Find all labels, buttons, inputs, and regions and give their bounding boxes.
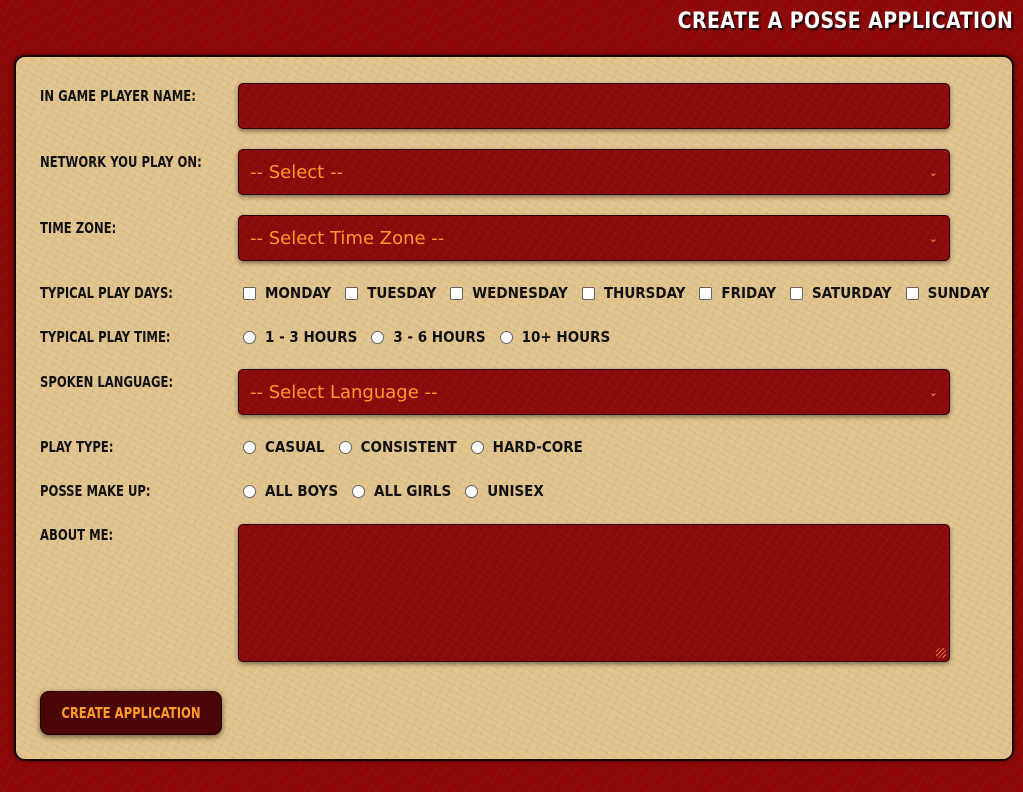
play-type-row: Play Type: Casual Consistent Hard-Core (40, 436, 950, 458)
checkbox[interactable] (345, 286, 359, 300)
play-day-label: Sunday (927, 284, 990, 302)
radio-button[interactable] (352, 484, 366, 498)
play-day-option[interactable]: Saturday (790, 282, 892, 304)
language-selected-value: -- Select Language -- (250, 381, 438, 403)
network-row: Network You Play On: -- Select -- ⌄ (40, 149, 950, 197)
play-day-label: Wednesday (472, 284, 568, 302)
play-day-option[interactable]: Tuesday (345, 282, 436, 304)
posse-makeup-option-label: All Boys (265, 482, 339, 500)
time-zone-selected-value: -- Select Time Zone -- (250, 227, 445, 249)
play-day-label: Thursday (603, 284, 686, 302)
play-day-label: Saturday (812, 284, 892, 302)
about-me-textarea[interactable] (238, 524, 950, 662)
radio-button[interactable] (470, 440, 484, 454)
about-me-label: About Me: (40, 526, 114, 544)
radio-button[interactable] (499, 330, 513, 344)
play-time-option[interactable]: 3 - 6 Hours (371, 326, 486, 348)
play-type-option[interactable]: Casual (243, 436, 325, 458)
language-select[interactable]: -- Select Language -- ⌄ (238, 369, 950, 415)
posse-makeup-option[interactable]: All Boys (243, 480, 338, 502)
play-day-label: Monday (265, 284, 332, 302)
play-type-option-label: Hard-Core (492, 438, 583, 456)
radio-button[interactable] (243, 484, 256, 498)
player-name-input[interactable] (238, 83, 950, 129)
posse-makeup-option[interactable]: All Girls (352, 480, 451, 502)
play-time-options: 1 - 3 Hours 3 - 6 Hours 10+ Hours (243, 326, 624, 348)
play-time-option-label: 1 - 3 Hours (265, 328, 358, 346)
checkbox[interactable] (581, 286, 595, 300)
play-day-option[interactable]: Friday (699, 282, 776, 304)
play-time-row: Typical Play Time: 1 - 3 Hours 3 - 6 Hou… (40, 326, 950, 348)
play-days-label: Typical Play Days: (40, 284, 173, 302)
time-zone-row: Time Zone: -- Select Time Zone -- ⌄ (40, 215, 950, 263)
chevron-down-icon: ⌄ (928, 165, 938, 179)
posse-makeup-row: Posse Make Up: All Boys All Girls Unisex (40, 480, 950, 502)
time-zone-select[interactable]: -- Select Time Zone -- ⌄ (238, 215, 950, 261)
checkbox[interactable] (699, 286, 713, 300)
play-time-option[interactable]: 10+ Hours (499, 326, 611, 348)
play-days-options: Monday Tuesday Wednesday Thursday Friday… (243, 282, 1004, 304)
network-select[interactable]: -- Select -- ⌄ (238, 149, 950, 195)
radio-button[interactable] (465, 484, 479, 498)
create-application-button[interactable]: Create Application (40, 691, 222, 735)
play-type-option-label: Casual (265, 438, 325, 456)
play-day-option[interactable]: Wednesday (450, 282, 568, 304)
create-application-label: Create Application (61, 704, 201, 722)
play-type-options: Casual Consistent Hard-Core (243, 436, 597, 458)
page-title: Create a Posse Application (677, 9, 1013, 34)
play-type-option[interactable]: Hard-Core (470, 436, 583, 458)
play-type-option-label: Consistent (360, 438, 457, 456)
checkbox[interactable] (905, 286, 919, 300)
play-day-option[interactable]: Monday (243, 282, 331, 304)
about-me-row: About Me: (40, 524, 950, 664)
play-day-option[interactable]: Thursday (581, 282, 686, 304)
language-label: Spoken Language: (40, 373, 174, 391)
play-type-label: Play Type: (40, 438, 114, 456)
chevron-down-icon: ⌄ (928, 385, 938, 399)
play-time-option-label: 10+ Hours (521, 328, 611, 346)
radio-button[interactable] (243, 330, 256, 344)
network-selected-value: -- Select -- (250, 161, 343, 183)
checkbox[interactable] (450, 286, 464, 300)
resize-handle-icon[interactable] (936, 648, 946, 658)
player-name-label: In Game Player Name: (40, 87, 196, 105)
posse-application-form: In Game Player Name: Network You Play On… (14, 55, 1014, 761)
network-label: Network You Play On: (40, 153, 202, 171)
checkbox[interactable] (790, 286, 804, 300)
radio-button[interactable] (243, 440, 256, 454)
posse-makeup-options: All Boys All Girls Unisex (243, 480, 558, 502)
posse-makeup-option-label: All Girls (374, 482, 452, 500)
play-day-option[interactable]: Sunday (905, 282, 990, 304)
time-zone-label: Time Zone: (40, 219, 117, 237)
posse-makeup-option[interactable]: Unisex (465, 480, 544, 502)
posse-makeup-label: Posse Make Up: (40, 482, 151, 500)
play-day-label: Friday (721, 284, 777, 302)
play-time-label: Typical Play Time: (40, 328, 171, 346)
chevron-down-icon: ⌄ (928, 231, 938, 245)
checkbox[interactable] (243, 286, 256, 300)
radio-button[interactable] (371, 330, 385, 344)
play-day-label: Tuesday (367, 284, 437, 302)
play-time-option[interactable]: 1 - 3 Hours (243, 326, 357, 348)
language-row: Spoken Language: -- Select Language -- ⌄ (40, 369, 950, 417)
posse-makeup-option-label: Unisex (487, 482, 544, 500)
radio-button[interactable] (338, 440, 352, 454)
play-days-row: Typical Play Days: Monday Tuesday Wednes… (40, 282, 990, 304)
play-type-option[interactable]: Consistent (338, 436, 457, 458)
player-name-row: In Game Player Name: (40, 83, 950, 131)
play-time-option-label: 3 - 6 Hours (393, 328, 486, 346)
